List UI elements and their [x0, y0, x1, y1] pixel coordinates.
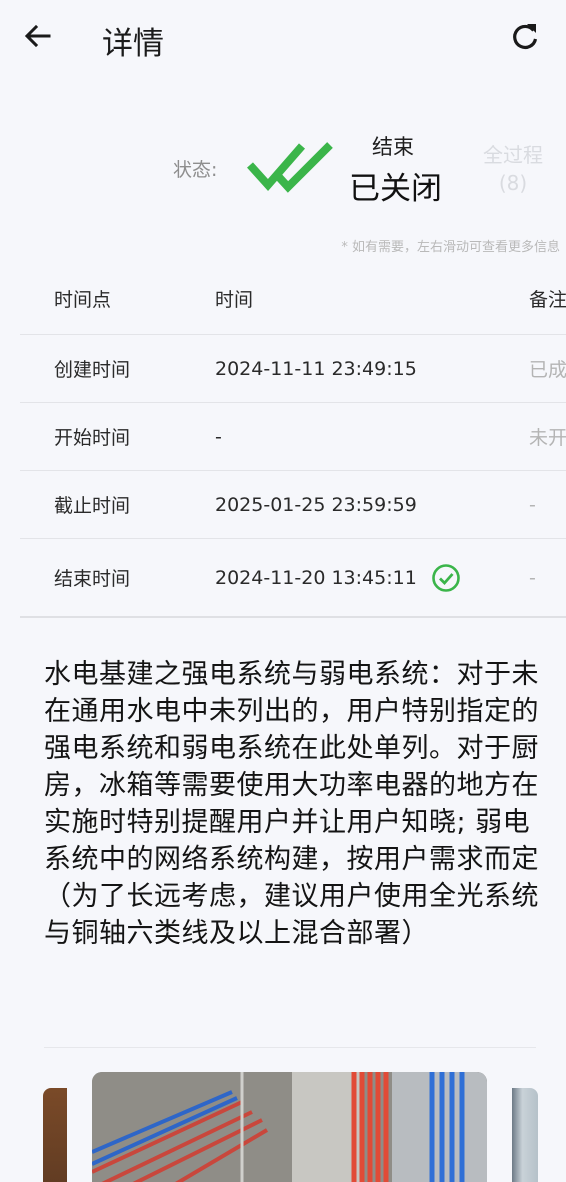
wiring-photo-image [92, 1072, 487, 1182]
wiring-photo[interactable] [92, 1072, 487, 1182]
header-time-point: 时间点 [54, 288, 112, 311]
table-row: 创建时间 2024-11-11 23:49:15 已成 [20, 335, 566, 403]
back-button[interactable] [22, 20, 54, 52]
status-stage: 结束 [372, 135, 414, 159]
task-description: 水电基建之强电系统与弱电系统：对于未在通用水电中未列出的，用户特别指定的强电系统… [44, 659, 539, 949]
divider [44, 1047, 536, 1048]
row-note: 未开 [529, 427, 566, 449]
row-note: 已成 [529, 359, 566, 381]
scroll-hint: * 如有需要，左右滑动可查看更多信息 [341, 240, 560, 255]
row-time: 2025-01-25 23:59:59 [215, 493, 417, 516]
full-process-count: (8) [498, 171, 528, 195]
table-row: 结束时间 2024-11-20 13:45:11 - [20, 539, 566, 618]
row-time: 2024-11-11 23:49:15 [215, 357, 417, 380]
photo-carousel[interactable] [0, 1072, 566, 1182]
double-check-icon [247, 142, 333, 193]
refresh-button[interactable] [508, 20, 542, 54]
row-time: - [215, 425, 222, 448]
table-row: 开始时间 - 未开 [20, 403, 566, 471]
next-photo-thumbnail[interactable] [512, 1088, 538, 1182]
row-time-point: 创建时间 [54, 359, 131, 381]
row-note: - [529, 566, 536, 589]
app-bar: 详情 [0, 0, 566, 78]
table-row: 截止时间 2025-01-25 23:59:59 - [20, 471, 566, 539]
row-note: - [529, 493, 536, 516]
full-process-label: 全过程 [483, 143, 543, 167]
timeline-table[interactable]: 时间点 时间 备注 创建时间 2024-11-11 23:49:15 已成 开始… [20, 262, 566, 618]
full-process-button[interactable]: 全过程 (8) [482, 141, 544, 197]
row-time: 2024-11-20 13:45:11 [215, 566, 417, 589]
status-state: 已关闭 [349, 171, 442, 207]
row-time-point: 截止时间 [54, 495, 131, 517]
check-circle-icon [431, 563, 460, 592]
previous-photo-thumbnail[interactable] [43, 1088, 67, 1182]
table-header-row: 时间点 时间 备注 [20, 262, 566, 335]
row-time-point: 开始时间 [54, 427, 131, 449]
status-label: 状态: [173, 159, 218, 181]
row-time-point: 结束时间 [54, 568, 131, 590]
page-title: 详情 [102, 26, 164, 62]
header-note: 备注 [529, 288, 566, 311]
row-time-with-check: 2024-11-20 13:45:11 [215, 539, 515, 616]
arrow-left-icon [24, 24, 51, 48]
refresh-icon [513, 24, 538, 49]
header-time: 时间 [215, 288, 254, 311]
